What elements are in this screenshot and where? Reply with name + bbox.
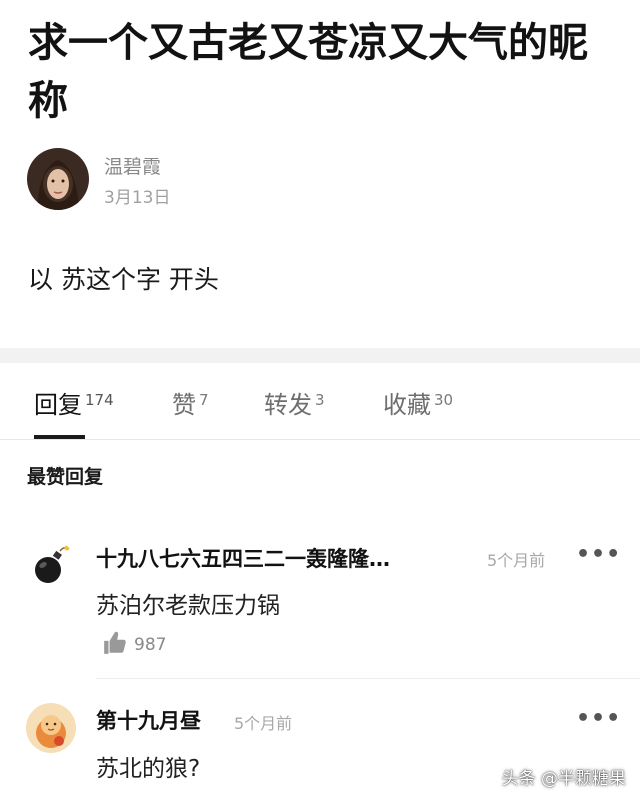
tab-count: 174 <box>85 391 114 409</box>
author-name[interactable]: 温碧霞 <box>104 152 161 179</box>
tab-replies[interactable]: 回复 174 <box>34 385 114 420</box>
like-button[interactable]: 987 <box>102 630 166 660</box>
watermark: 头条 @半颗糖果 <box>501 769 626 789</box>
section-heading: 最赞回复 <box>27 466 104 488</box>
tabs-divider <box>0 439 640 440</box>
comment-author[interactable]: 第十九月昼 <box>96 705 201 735</box>
tab-count: 7 <box>199 391 209 409</box>
tab-reposts[interactable]: 转发 3 <box>264 385 325 420</box>
comment-divider <box>96 678 640 679</box>
like-count: 987 <box>134 635 167 655</box>
tab-label: 赞 <box>172 391 196 419</box>
tab-count: 3 <box>315 391 325 409</box>
more-dots-icon[interactable]: ••• <box>576 542 621 567</box>
comment-text: 苏泊尔老款压力锅 <box>96 593 280 619</box>
post-title: 求一个又古老又苍凉又大气的昵称 <box>28 20 588 124</box>
tab-label: 收藏 <box>383 391 431 419</box>
cartoon-avatar[interactable] <box>26 703 76 753</box>
tab-label: 转发 <box>264 391 312 419</box>
tab-favorites[interactable]: 收藏 30 <box>383 385 453 420</box>
section-divider <box>0 348 640 363</box>
comment-time: 5个月前 <box>487 551 546 570</box>
bomb-icon[interactable] <box>26 540 76 590</box>
tab-label: 回复 <box>34 391 82 419</box>
post-body: 以 苏这个字 开头 <box>28 265 219 294</box>
comment-item: 十九八七六五四三二一轰隆隆… 5个月前 ••• 苏泊尔老款压力锅 987 <box>0 530 640 680</box>
comment-text: 苏北的狼? <box>96 756 201 782</box>
tab-count: 30 <box>434 391 454 409</box>
thumbs-up-icon <box>102 630 128 660</box>
comment-author[interactable]: 十九八七六五四三二一轰隆隆… <box>96 543 466 573</box>
comment-time: 5个月前 <box>234 714 293 733</box>
more-dots-icon[interactable]: ••• <box>576 706 621 731</box>
post-date: 3月13日 <box>104 188 171 208</box>
tab-bar: 回复 174 赞7 转发 3 收藏 30 <box>0 363 640 439</box>
tab-likes[interactable]: 赞7 <box>172 385 209 420</box>
author-avatar[interactable] <box>27 148 89 210</box>
